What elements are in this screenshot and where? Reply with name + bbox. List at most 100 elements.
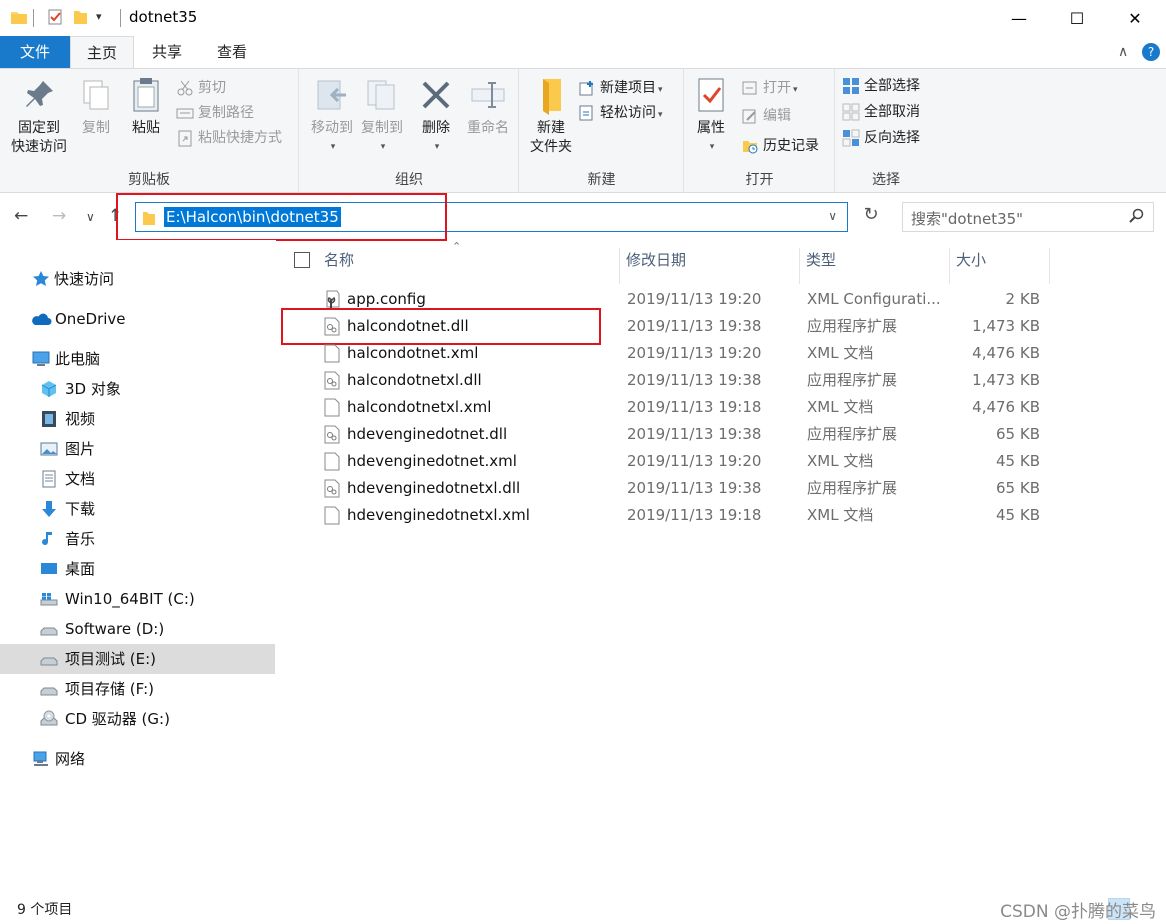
- cut-button[interactable]: 剪切: [176, 77, 226, 99]
- history-button[interactable]: 历史记录: [741, 135, 819, 157]
- file-date: 2019/11/13 19:20: [627, 290, 762, 308]
- table-row[interactable]: hdevenginedotnetxl.dll 2019/11/13 19:38 应用…: [280, 475, 1060, 502]
- table-row[interactable]: hdevenginedotnetxl.xml 2019/11/13 19:18 XM…: [280, 502, 1060, 529]
- invert-selection-button[interactable]: 反向选择: [842, 127, 920, 149]
- sidebar-item-3d-objects[interactable]: 3D 对象: [0, 374, 275, 404]
- download-icon: [42, 501, 56, 517]
- open-button[interactable]: 打开 ▾: [741, 77, 798, 99]
- move-to-label: 移动到: [311, 120, 353, 136]
- sidebar-item-label: 下载: [65, 500, 96, 518]
- sidebar-item-label: 网络: [55, 750, 86, 768]
- sidebar-item-drive-c[interactable]: Win10_64BIT (C:): [0, 584, 275, 614]
- chevron-down-icon[interactable]: ∨: [828, 209, 837, 223]
- pin-label-line1: 固定到: [18, 120, 60, 136]
- sidebar-item-downloads[interactable]: 下载: [0, 494, 275, 524]
- sidebar-item-label: OneDrive: [55, 310, 126, 328]
- column-header-name[interactable]: 名称: [318, 248, 620, 284]
- sidebar-item-music[interactable]: 音乐: [0, 524, 275, 554]
- column-header-size[interactable]: 大小: [950, 248, 1050, 284]
- sidebar-item-network[interactable]: 网络: [0, 744, 275, 774]
- minimize-button[interactable]: —: [996, 0, 1042, 36]
- tab-file[interactable]: 文件: [0, 36, 70, 68]
- navigation-pane: 快速访问 OneDrive 此电脑 3D 对象 视频 图片 文档 下载 音乐 桌…: [0, 240, 276, 894]
- close-icon: ✕: [1128, 8, 1142, 28]
- rename-icon: [471, 82, 505, 108]
- pin-quick-access-button[interactable]: 固定到 快速访问: [6, 75, 72, 157]
- new-item-button[interactable]: 新建项目 ▾: [578, 77, 663, 99]
- paste-icon: [133, 78, 159, 112]
- sidebar-item-pictures[interactable]: 图片: [0, 434, 275, 464]
- title-bar: ▾ dotnet35 — ☐ ✕: [0, 0, 1166, 36]
- table-row[interactable]: halcondotnetxl.xml 2019/11/13 19:18 XML 文档…: [280, 394, 1060, 421]
- paste-button[interactable]: 粘贴: [122, 75, 170, 138]
- sidebar-item-drive-f[interactable]: 项目存储 (F:): [0, 674, 275, 704]
- forward-button[interactable]: →: [52, 206, 66, 226]
- customize-toolbar-icon[interactable]: ▾: [96, 10, 102, 30]
- table-row[interactable]: halcondotnetxl.dll 2019/11/13 19:38 应用程序扩展…: [280, 367, 1060, 394]
- tab-share[interactable]: 共享: [138, 36, 196, 68]
- table-row[interactable]: app.config 2019/11/13 19:20 XML Configurat…: [280, 286, 1060, 313]
- file-type: 应用程序扩展: [807, 425, 898, 443]
- sidebar-item-onedrive[interactable]: OneDrive: [0, 304, 275, 334]
- sidebar-item-label: 视频: [65, 410, 96, 428]
- close-button[interactable]: ✕: [1112, 0, 1158, 36]
- table-row[interactable]: halcondotnet.dll 2019/11/13 19:38 应用程序扩展 1,…: [280, 313, 1060, 340]
- column-header-type[interactable]: 类型: [800, 248, 950, 284]
- star-icon: [33, 271, 49, 286]
- refresh-button[interactable]: ↻: [857, 204, 885, 232]
- new-folder-quick-icon[interactable]: [72, 8, 88, 28]
- move-to-button[interactable]: 移动到 ▾: [304, 75, 360, 157]
- tab-view[interactable]: 查看: [202, 36, 262, 68]
- tab-home[interactable]: 主页: [70, 36, 134, 69]
- sidebar-item-this-pc[interactable]: 此电脑: [0, 344, 275, 374]
- sidebar-item-drive-g[interactable]: CD 驱动器 (G:): [0, 704, 275, 734]
- new-folder-button[interactable]: 新建 文件夹: [524, 75, 578, 157]
- table-row[interactable]: halcondotnet.xml 2019/11/13 19:20 XML 文档 4,…: [280, 340, 1060, 367]
- file-date: 2019/11/13 19:38: [627, 317, 762, 335]
- search-icon: [1129, 208, 1145, 228]
- delete-button[interactable]: 删除 ▾: [414, 75, 458, 157]
- chevron-down-icon: ▾: [658, 110, 663, 120]
- sidebar-item-drive-e[interactable]: 项目测试 (E:): [0, 644, 275, 674]
- help-icon[interactable]: ?: [1142, 43, 1160, 61]
- select-none-button[interactable]: 全部取消: [842, 101, 920, 123]
- select-all-checkbox[interactable]: [294, 252, 310, 268]
- table-row[interactable]: hdevenginedotnet.xml 2019/11/13 19:20 XML …: [280, 448, 1060, 475]
- file-list: ⌃ 名称 修改日期 类型 大小 app.config 2019/11/13 19:…: [280, 240, 1166, 894]
- sidebar-item-quick-access[interactable]: 快速访问: [0, 264, 275, 294]
- copy-to-button[interactable]: 复制到 ▾: [354, 75, 410, 157]
- sidebar-item-videos[interactable]: 视频: [0, 404, 275, 434]
- select-all-icon: [843, 78, 859, 94]
- select-all-button[interactable]: 全部选择: [842, 75, 920, 97]
- copy-to-label: 复制到: [361, 120, 403, 136]
- recent-locations-button[interactable]: ∨: [86, 210, 95, 224]
- properties-button[interactable]: 属性 ▾: [689, 75, 733, 157]
- back-button[interactable]: ←: [14, 206, 28, 226]
- sidebar-item-desktop[interactable]: 桌面: [0, 554, 275, 584]
- sidebar-item-drive-d[interactable]: Software (D:): [0, 614, 275, 644]
- minimize-icon: —: [1011, 8, 1027, 28]
- sidebar-item-label: 桌面: [65, 560, 96, 578]
- collapse-ribbon-icon[interactable]: ∧: [1118, 44, 1128, 60]
- folder-icon: [10, 8, 28, 28]
- toolbar-separator: [33, 9, 34, 27]
- cube-icon: [41, 381, 57, 397]
- copy-button[interactable]: 复制: [72, 75, 120, 138]
- copy-path-button[interactable]: 复制路径: [176, 102, 254, 124]
- paste-shortcut-button[interactable]: 粘贴快捷方式: [176, 127, 282, 149]
- copy-path-label: 复制路径: [198, 105, 254, 121]
- invert-selection-label: 反向选择: [864, 130, 920, 146]
- search-box[interactable]: 搜索"dotnet35": [902, 202, 1154, 232]
- file-date: 2019/11/13 19:20: [627, 344, 762, 362]
- edit-button[interactable]: 编辑: [741, 105, 791, 127]
- easy-access-button[interactable]: 轻松访问 ▾: [578, 102, 663, 124]
- sidebar-item-documents[interactable]: 文档: [0, 464, 275, 494]
- pin-label-line2: 快速访问: [11, 139, 67, 155]
- rename-button[interactable]: 重命名: [460, 75, 516, 138]
- column-header-date[interactable]: 修改日期: [620, 248, 800, 284]
- table-row[interactable]: hdevenginedotnet.dll 2019/11/13 19:38 应用程序…: [280, 421, 1060, 448]
- scissors-icon: [177, 80, 193, 96]
- dll-file-icon: [324, 317, 340, 340]
- maximize-button[interactable]: ☐: [1054, 0, 1100, 36]
- properties-quick-icon[interactable]: [46, 8, 64, 28]
